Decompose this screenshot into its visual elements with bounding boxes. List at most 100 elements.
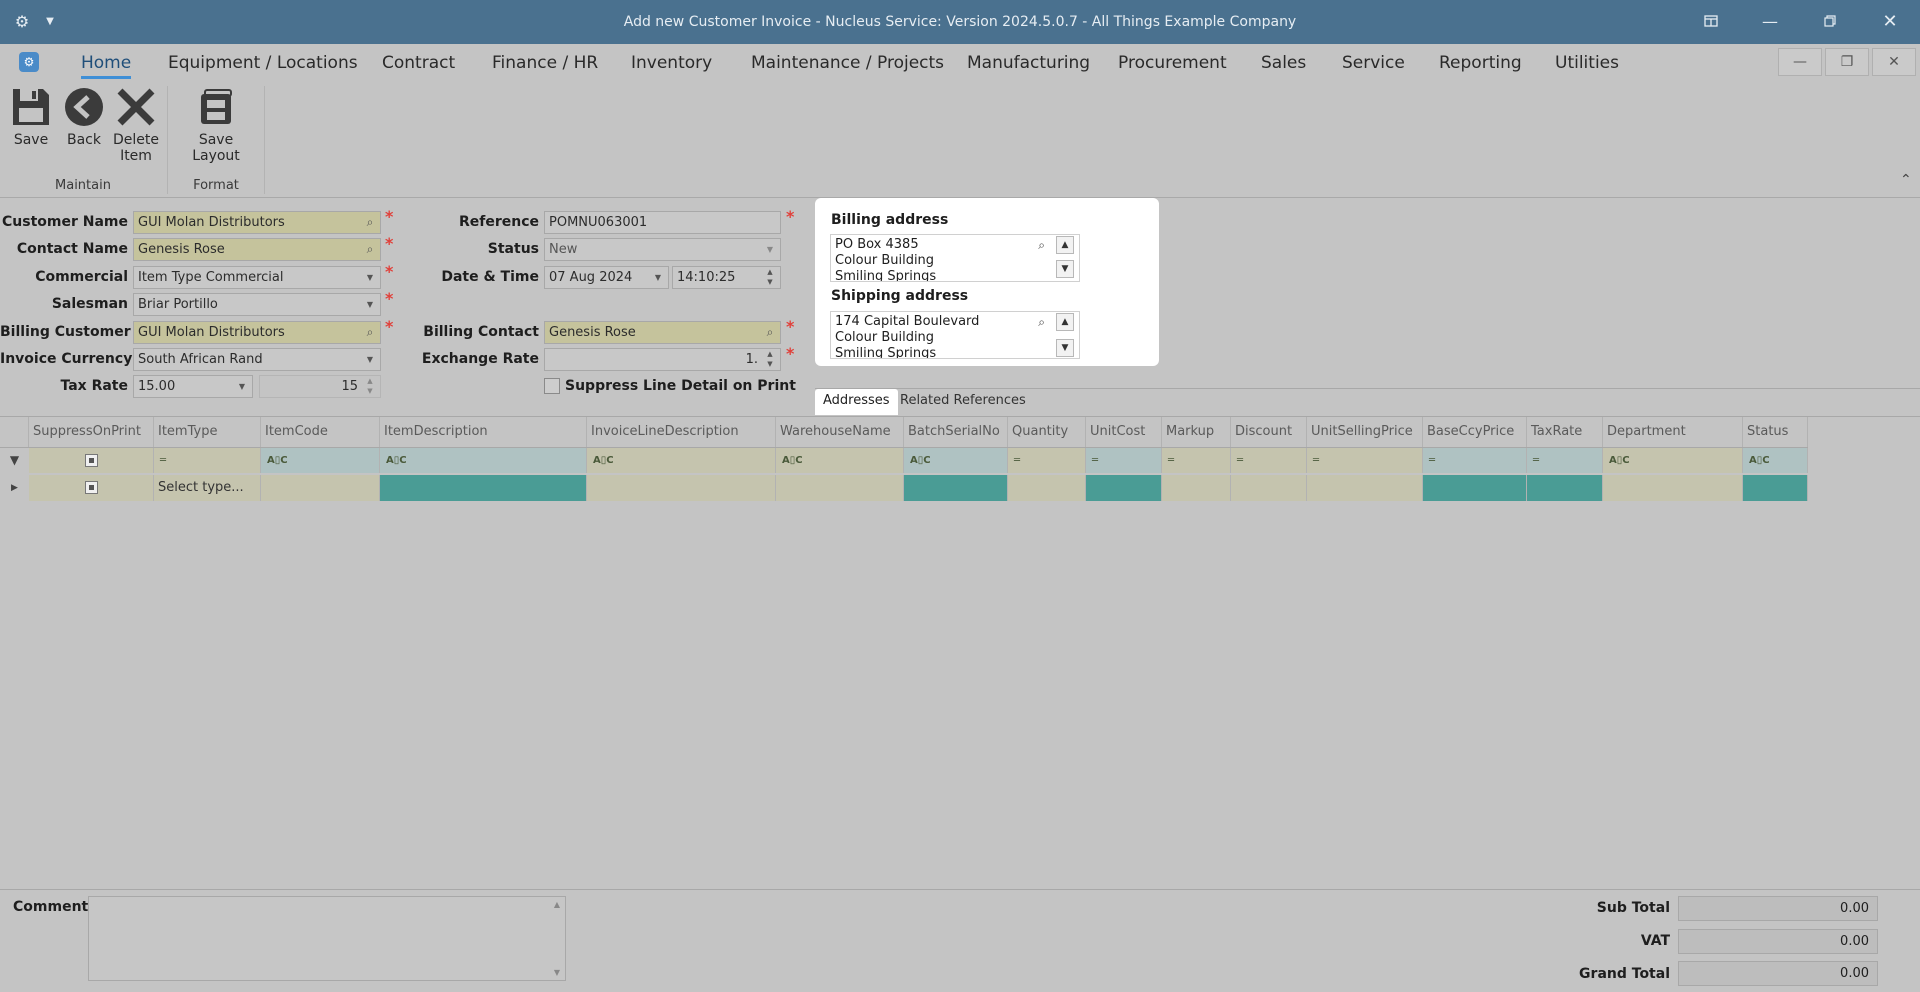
column-header[interactable]: ItemCode bbox=[261, 417, 380, 447]
contact-name-field[interactable]: Genesis Rose ⌕ bbox=[133, 238, 381, 261]
column-header[interactable]: BatchSerialNo bbox=[904, 417, 1008, 447]
status-dropdown[interactable]: New ▼ bbox=[544, 238, 781, 261]
tax-rate-dropdown[interactable]: 15.00 ▼ bbox=[133, 375, 253, 398]
save-layout-button[interactable]: Save Layout bbox=[176, 86, 256, 164]
grid-cell[interactable] bbox=[1162, 475, 1231, 501]
grid-cell[interactable] bbox=[261, 475, 380, 501]
delete-item-button[interactable]: Delete Item bbox=[113, 86, 159, 164]
menu-maintenance-projects[interactable]: Maintenance / Projects bbox=[751, 44, 944, 82]
billing-customer-field[interactable]: GUI Molan Distributors ⌕ bbox=[133, 321, 381, 344]
customer-name-field[interactable]: GUI Molan Distributors ⌕ bbox=[133, 211, 381, 234]
column-header[interactable]: UnitSellingPrice bbox=[1307, 417, 1423, 447]
grid-cell[interactable] bbox=[1423, 475, 1527, 501]
shipping-address-box[interactable]: 174 Capital Boulevard Colour Building Sm… bbox=[830, 311, 1080, 359]
menu-equipment-locations[interactable]: Equipment / Locations bbox=[168, 44, 358, 82]
column-header[interactable]: Markup bbox=[1162, 417, 1231, 447]
date-field[interactable]: 07 Aug 2024 ▼ bbox=[544, 266, 669, 289]
filter-cell[interactable]: A▯C bbox=[776, 448, 904, 473]
filter-cell[interactable] bbox=[29, 448, 154, 473]
column-header[interactable]: BaseCcyPrice bbox=[1423, 417, 1527, 447]
menu-utilities[interactable]: Utilities bbox=[1555, 44, 1619, 82]
restore-icon[interactable] bbox=[1816, 0, 1844, 44]
grid-cell[interactable] bbox=[1231, 475, 1307, 501]
search-icon[interactable]: ⌕ bbox=[362, 322, 378, 343]
filter-cell[interactable]: ═ bbox=[154, 448, 261, 473]
commercial-dropdown[interactable]: Item Type Commercial ▼ bbox=[133, 266, 381, 289]
tax-rate-spin[interactable]: 15 ▲ ▼ bbox=[259, 375, 381, 398]
column-header[interactable]: SuppressOnPrint bbox=[29, 417, 154, 447]
grid-cell[interactable] bbox=[1307, 475, 1423, 501]
billing-address-box[interactable]: PO Box 4385 Colour Building Smiling Spri… bbox=[830, 234, 1080, 282]
time-field[interactable]: 14:10:25 ▲ ▼ bbox=[672, 266, 781, 289]
grid-cell[interactable] bbox=[1086, 475, 1162, 501]
column-header[interactable]: Quantity bbox=[1008, 417, 1086, 447]
filter-cell[interactable]: ═ bbox=[1423, 448, 1527, 473]
grid-cell[interactable]: Select type... bbox=[154, 475, 261, 501]
minimize-icon[interactable]: — bbox=[1756, 0, 1784, 44]
grid-cell[interactable] bbox=[29, 475, 154, 501]
filter-cell[interactable]: ═ bbox=[1231, 448, 1307, 473]
filter-cell[interactable]: A▯C bbox=[1603, 448, 1743, 473]
filter-cell[interactable]: A▯C bbox=[380, 448, 587, 473]
checkbox-icon[interactable] bbox=[84, 481, 98, 494]
grid-cell[interactable] bbox=[904, 475, 1008, 501]
tab-related-references[interactable]: Related References bbox=[892, 389, 1034, 415]
column-header[interactable]: InvoiceLineDescription bbox=[587, 417, 776, 447]
spin-icon[interactable]: ▲ ▼ bbox=[362, 376, 378, 397]
column-header[interactable]: Status bbox=[1743, 417, 1808, 447]
layout-icon[interactable] bbox=[1698, 0, 1724, 44]
exchange-rate-field[interactable]: 1. ▲ ▼ bbox=[544, 348, 781, 371]
scroll-up-icon[interactable]: ▲ bbox=[554, 900, 560, 909]
scroll-down-icon[interactable]: ▼ bbox=[554, 968, 560, 977]
filter-cell[interactable]: A▯C bbox=[1743, 448, 1808, 473]
search-icon[interactable]: ⌕ bbox=[762, 322, 778, 343]
filter-cell[interactable]: ═ bbox=[1162, 448, 1231, 473]
filter-cell[interactable]: A▯C bbox=[904, 448, 1008, 473]
scroll-down-icon[interactable]: ▼ bbox=[1056, 260, 1074, 278]
filter-cell[interactable]: ═ bbox=[1008, 448, 1086, 473]
filter-icon[interactable]: ▼ bbox=[0, 448, 29, 473]
tab-addresses[interactable]: Addresses bbox=[815, 389, 898, 415]
grid-cell[interactable] bbox=[380, 475, 587, 501]
column-header[interactable]: UnitCost bbox=[1086, 417, 1162, 447]
filter-cell[interactable]: ═ bbox=[1307, 448, 1423, 473]
menu-inventory[interactable]: Inventory bbox=[631, 44, 712, 82]
column-header[interactable]: ItemDescription bbox=[380, 417, 587, 447]
filter-cell[interactable]: A▯C bbox=[587, 448, 776, 473]
grid-cell[interactable] bbox=[1008, 475, 1086, 501]
menu-home[interactable]: Home bbox=[81, 44, 132, 82]
collapse-ribbon-icon[interactable]: ⌃ bbox=[1900, 172, 1912, 188]
chevron-down-icon[interactable]: ▼ bbox=[234, 376, 250, 397]
close-icon[interactable]: ✕ bbox=[1876, 0, 1904, 44]
column-header[interactable]: Department bbox=[1603, 417, 1743, 447]
grid-cell[interactable] bbox=[587, 475, 776, 501]
filter-cell[interactable]: ═ bbox=[1086, 448, 1162, 473]
suppress-line-detail-checkbox[interactable] bbox=[544, 378, 560, 394]
menu-sales[interactable]: Sales bbox=[1261, 44, 1306, 82]
grid-cell[interactable] bbox=[1743, 475, 1808, 501]
spin-icon[interactable]: ▲ ▼ bbox=[762, 349, 778, 370]
save-button[interactable]: Save bbox=[10, 86, 52, 148]
grid-cell[interactable] bbox=[776, 475, 904, 501]
mdi-close-button[interactable]: ✕ bbox=[1872, 48, 1916, 76]
search-icon[interactable]: ⌕ bbox=[1038, 237, 1045, 253]
mdi-restore-button[interactable]: ❐ bbox=[1825, 48, 1869, 76]
chevron-down-icon[interactable]: ▼ bbox=[362, 267, 378, 288]
filter-cell[interactable]: ═ bbox=[1527, 448, 1603, 473]
menu-contract[interactable]: Contract bbox=[382, 44, 455, 82]
filter-cell[interactable]: A▯C bbox=[261, 448, 380, 473]
scroll-up-icon[interactable]: ▲ bbox=[1056, 236, 1074, 254]
menu-manufacturing[interactable]: Manufacturing bbox=[967, 44, 1090, 82]
menu-reporting[interactable]: Reporting bbox=[1439, 44, 1522, 82]
chevron-down-icon[interactable]: ▼ bbox=[762, 239, 778, 260]
grid-cell[interactable] bbox=[1603, 475, 1743, 501]
search-icon[interactable]: ⌕ bbox=[1038, 314, 1045, 330]
column-header[interactable]: WarehouseName bbox=[776, 417, 904, 447]
search-icon[interactable]: ⌕ bbox=[362, 239, 378, 260]
grid-cell[interactable] bbox=[1527, 475, 1603, 501]
billing-contact-field[interactable]: Genesis Rose ⌕ bbox=[544, 321, 781, 344]
back-button[interactable]: Back bbox=[63, 86, 105, 148]
scroll-up-icon[interactable]: ▲ bbox=[1056, 313, 1074, 331]
spin-icon[interactable]: ▲ ▼ bbox=[762, 267, 778, 288]
menu-service[interactable]: Service bbox=[1342, 44, 1405, 82]
